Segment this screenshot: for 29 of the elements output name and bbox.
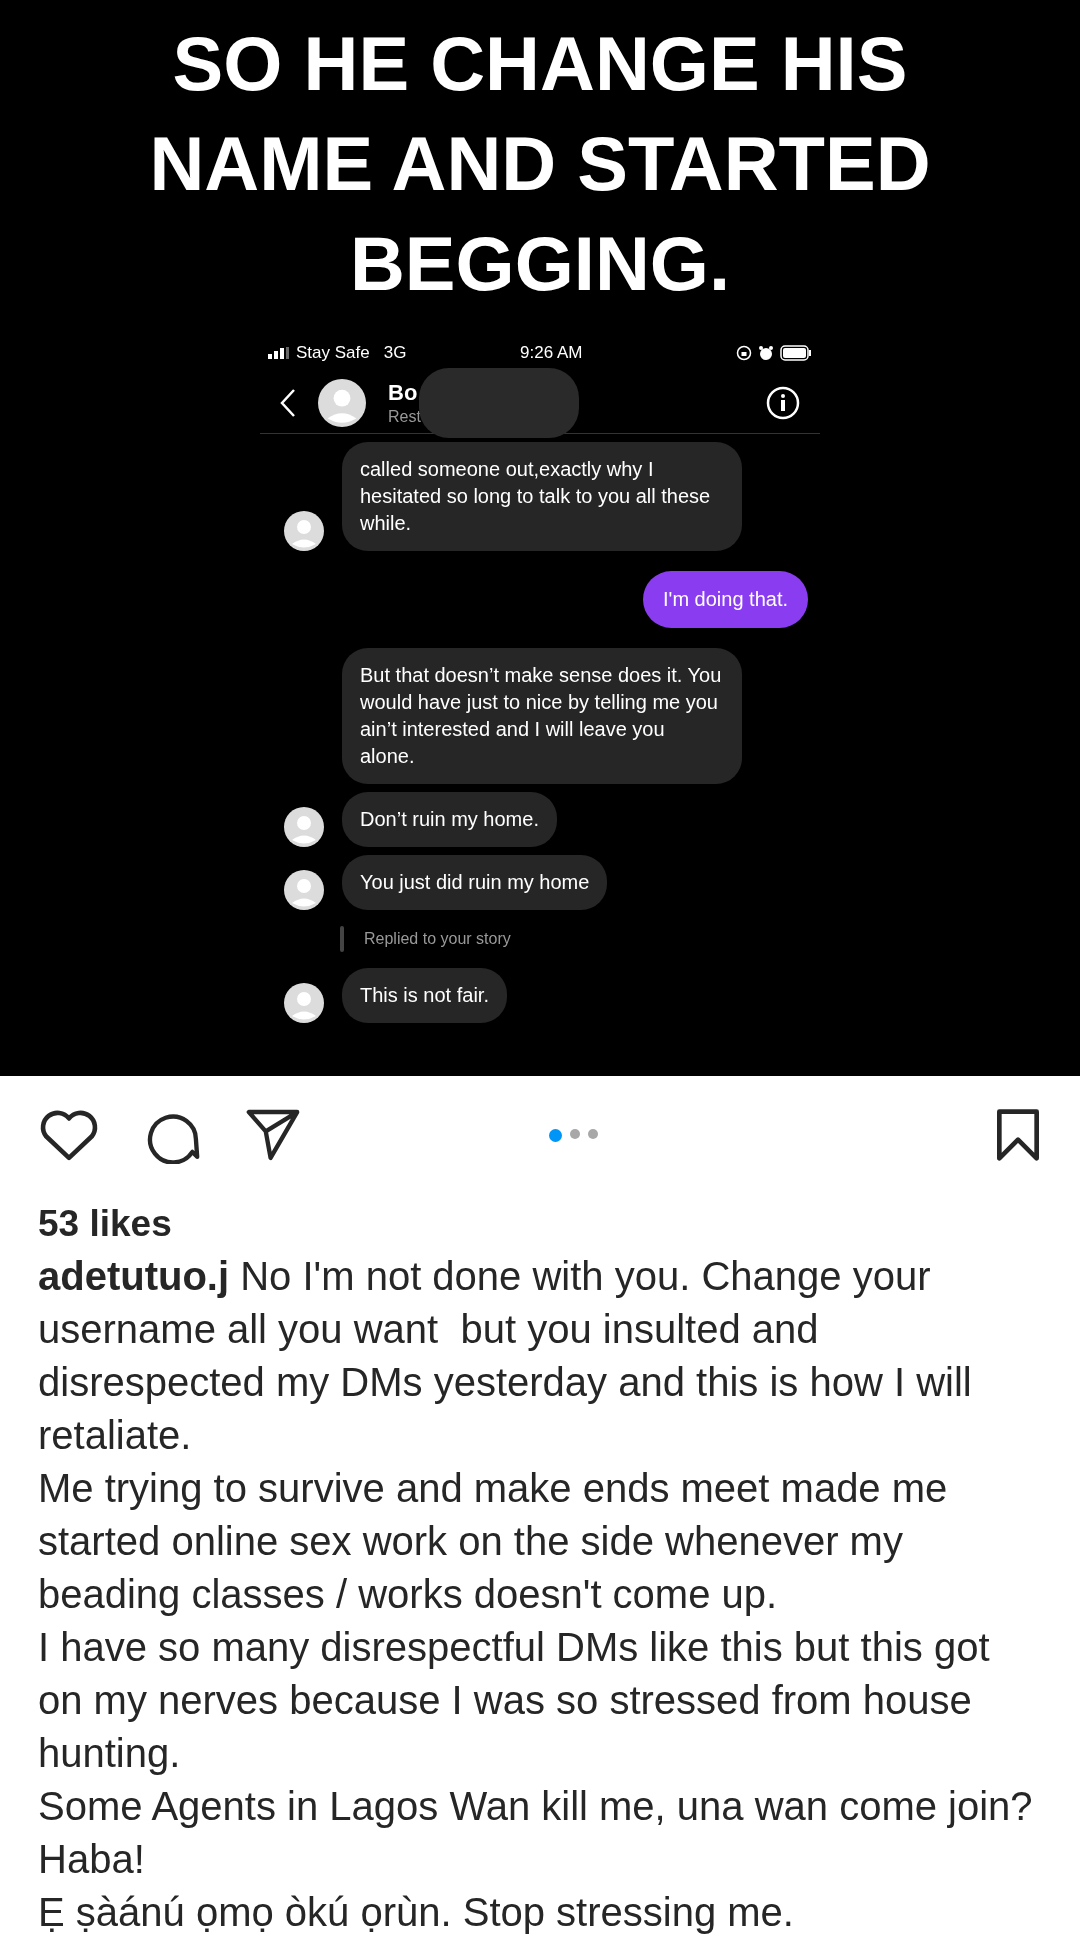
caption-text: adetutuo.j No I'm not done with you. Change your username all you want but you insulted and disrespected my DMs yesterday and this is how I will retaliate. xyxy=(38,1253,973,1459)
send-icon[interactable] xyxy=(244,1107,302,1163)
contact-status: Rest xyxy=(388,406,421,427)
caption-text: Some Agents in Lagos Wan kill me, una wan come join? xyxy=(38,1783,1034,1830)
back-icon[interactable] xyxy=(280,388,296,418)
signal-icon xyxy=(268,346,290,359)
caption-text: I have so many disrespectful DMs like this but this got on my nerves because I was so stressed from house hunting. xyxy=(38,1624,991,1777)
rotation-lock-icon xyxy=(736,344,752,361)
message-bubble: This is not fair. xyxy=(342,967,507,1023)
clock-text: 9:26 AM xyxy=(520,342,583,364)
message-bubble: I'm doing that. xyxy=(643,570,808,628)
avatar-icon xyxy=(318,379,366,427)
network-text: 3G xyxy=(383,342,407,364)
message-bubble: But that doesn’t make sense does it. You would have just to nice by telling me you ain’t interested and I will leave you alone. xyxy=(342,647,742,784)
contact-name: Bo xyxy=(388,379,419,407)
message-bubble: You just did ruin my home xyxy=(342,854,608,910)
message-bubble: called someone out,exactly why I hesitated so long to talk to you all these while. xyxy=(342,441,742,551)
caption-text: Me trying to survive and make ends meet made me started online sex work on the side whenever my beading classes / works doesn't come up. xyxy=(38,1465,949,1618)
headline: SO HE CHANGE HIS NAME AND STARTED BEGGING. xyxy=(148,20,932,308)
reply-note: Replied to your story xyxy=(364,928,511,949)
bookmark-icon[interactable] xyxy=(994,1107,1042,1163)
carrier-text: Stay Safe xyxy=(296,342,370,364)
battery-icon xyxy=(780,344,812,361)
message-bubble: Don’t ruin my home. xyxy=(342,791,557,847)
likes-count[interactable]: 53 likes xyxy=(38,1198,1042,1250)
alarm-icon xyxy=(758,344,774,361)
info-icon[interactable] xyxy=(766,386,800,420)
caption-text: Ẹ ṣàánú ọmọ òkú ọrùn. Stop stressing me. xyxy=(38,1889,795,1936)
caption-text: Haba! xyxy=(38,1836,146,1883)
